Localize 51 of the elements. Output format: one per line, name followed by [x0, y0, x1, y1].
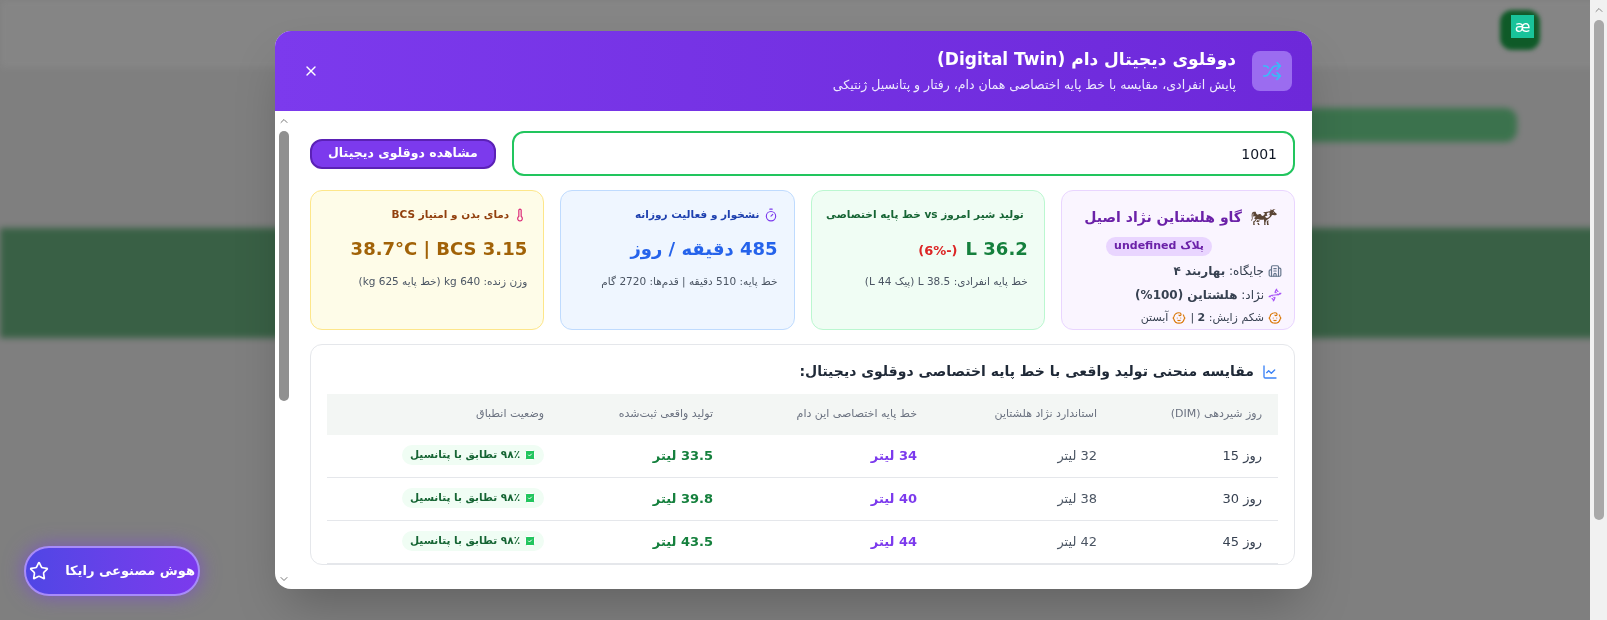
pregnancy-status: آبستن — [1140, 309, 1169, 326]
dna-icon — [1268, 287, 1282, 302]
table-cell: روز 45 — [1113, 520, 1278, 564]
breed-text: نژاد: هلشتاین (100%) — [1135, 286, 1264, 304]
modal-title: دوقلوی دیجیتال دام (Digital Twin) — [936, 47, 1236, 71]
modal-subtitle: پایش انفرادی، مقایسه با خط پایه اختصاصی همان دام، رفتار و پتانسیل ژنتیکی — [832, 76, 1236, 95]
table-cell: 40 لیتر — [729, 477, 934, 521]
match-badge: ۹۸٪ تطابق با پتانسیل — [401, 531, 545, 551]
plate-tag: پلاک undefined — [1106, 237, 1212, 256]
table-cell: 38 لیتر — [933, 477, 1114, 521]
table-cell: 33.5 لیتر — [560, 434, 729, 478]
check-icon — [524, 448, 537, 461]
table-cell: 44 لیتر — [729, 520, 934, 564]
panel-title: مقایسه منحنی تولید واقعی با خط پایه اختصاصی دوقلوی دیجیتال: — [799, 362, 1254, 382]
card-value: 485 دقیقه / روز — [630, 236, 778, 262]
column-header: خط پایه اختصاصی این دام — [729, 394, 934, 435]
card-note: وزن زنده: 640 kg (خط پایه 625 kg) — [357, 273, 528, 290]
card-note: خط پایه: 510 دقیقه | قدم‌ها: 2720 گام — [600, 273, 778, 290]
match-badge: ۹۸٪ تطابق با پتانسیل — [401, 444, 545, 465]
card-title: دمای بدن و امتیاز BCS — [391, 207, 510, 223]
table-cell: روز 30 — [1113, 477, 1278, 521]
building-icon — [1268, 263, 1282, 278]
table-cell: 39.8 لیتر — [560, 477, 729, 521]
column-header: روز شیردهی (DIM) — [1113, 394, 1278, 435]
ai-assistant-button[interactable]: هوش مصنوعی رایکا — [24, 546, 200, 596]
card-value: 36.2 L — [965, 236, 1028, 261]
table-cell: 43.5 لیتر — [560, 520, 729, 564]
card-title: تولید شیر امروز vs خط پایه اختصاصی — [826, 207, 1024, 223]
search-field[interactable]: 1001 — [511, 131, 1295, 176]
view-button[interactable]: مشاهده دوقلوی دیجیتال — [310, 138, 496, 169]
table-cell: 42 لیتر — [933, 520, 1114, 564]
table-cell: 34 لیتر — [729, 434, 934, 478]
card-note: خط پایه انفرادی: 38.5 L (پیک 44 L) — [863, 273, 1028, 290]
card-value: 38.7°C | BCS 3.15 — [350, 236, 528, 261]
match-badge: ۹۸٪ تطابق با پتانسیل — [401, 488, 545, 508]
column-header: تولید واقعی ثبت‌شده — [560, 394, 729, 435]
column-header: استاندارد نژاد هلشتاین — [933, 394, 1114, 435]
check-icon — [524, 492, 537, 504]
check-icon — [524, 535, 537, 547]
location-text: جایگاه: بهاربند ۴ — [1173, 262, 1264, 280]
page-scrollbar[interactable] — [1590, 0, 1607, 620]
animal-title: گاو هلشتاین نژاد اصیل — [1084, 207, 1242, 228]
shuffle-icon — [1252, 51, 1292, 91]
delta-text: (-6%) — [918, 241, 958, 260]
table-cell: روز 15 — [1113, 434, 1278, 478]
column-header: وضعیت انطباق — [327, 394, 561, 435]
stopwatch-icon — [763, 207, 778, 222]
table-cell: 32 لیتر — [933, 434, 1114, 478]
card-title: نشخوار و فعالیت روزانه — [634, 207, 760, 223]
chart-icon — [1262, 363, 1278, 380]
star-icon — [29, 561, 50, 581]
